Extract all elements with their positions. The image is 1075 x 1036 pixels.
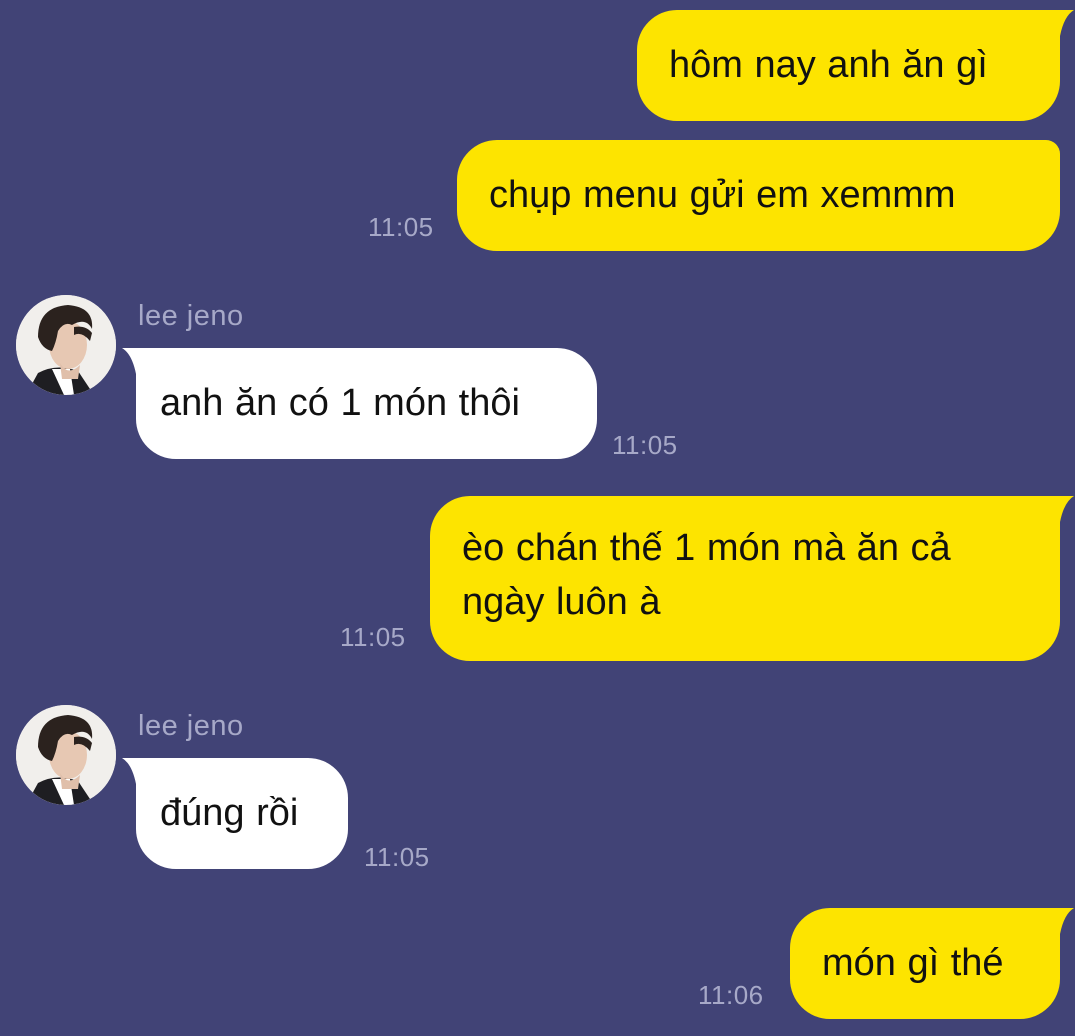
message-timestamp: 11:05	[368, 212, 434, 242]
sender-name: lee jeno	[138, 710, 244, 742]
incoming-message-bubble[interactable]: anh ăn có 1 món thôi	[122, 348, 597, 459]
sender-avatar[interactable]	[16, 705, 116, 805]
bubble-tail-icon	[1046, 496, 1074, 522]
message-timestamp: 11:06	[698, 980, 764, 1010]
sender-name: lee jeno	[138, 300, 244, 332]
chat-thread: hôm nay anh ăn gì chụp menu gửi em xemmm…	[0, 0, 1075, 1036]
bubble-tail-icon	[122, 348, 150, 374]
message-text: èo chán thế 1 món mà ăn cả ngày luôn à	[462, 527, 951, 623]
message-text: anh ăn có 1 món thôi	[160, 382, 520, 424]
bubble-tail-icon	[122, 758, 150, 784]
message-text: hôm nay anh ăn gì	[669, 44, 988, 86]
message-text: món gì thé	[822, 942, 1004, 984]
message-text: đúng rồi	[160, 792, 299, 834]
message-timestamp: 11:05	[364, 842, 430, 872]
incoming-message-bubble[interactable]: đúng rồi	[122, 758, 348, 869]
outgoing-message-bubble[interactable]: hôm nay anh ăn gì	[637, 10, 1074, 121]
bubble-tail-icon	[1046, 908, 1074, 934]
outgoing-message-bubble[interactable]: chụp menu gửi em xemmm	[457, 140, 1060, 251]
user-avatar-icon	[16, 295, 116, 395]
message-text: chụp menu gửi em xemmm	[489, 174, 956, 216]
message-timestamp: 11:05	[340, 622, 406, 652]
outgoing-message-bubble[interactable]: èo chán thế 1 món mà ăn cả ngày luôn à	[430, 496, 1074, 661]
user-avatar-icon	[16, 705, 116, 805]
outgoing-message-bubble[interactable]: món gì thé	[790, 908, 1074, 1019]
message-timestamp: 11:05	[612, 430, 678, 460]
bubble-tail-icon	[1046, 10, 1074, 36]
sender-avatar[interactable]	[16, 295, 116, 395]
